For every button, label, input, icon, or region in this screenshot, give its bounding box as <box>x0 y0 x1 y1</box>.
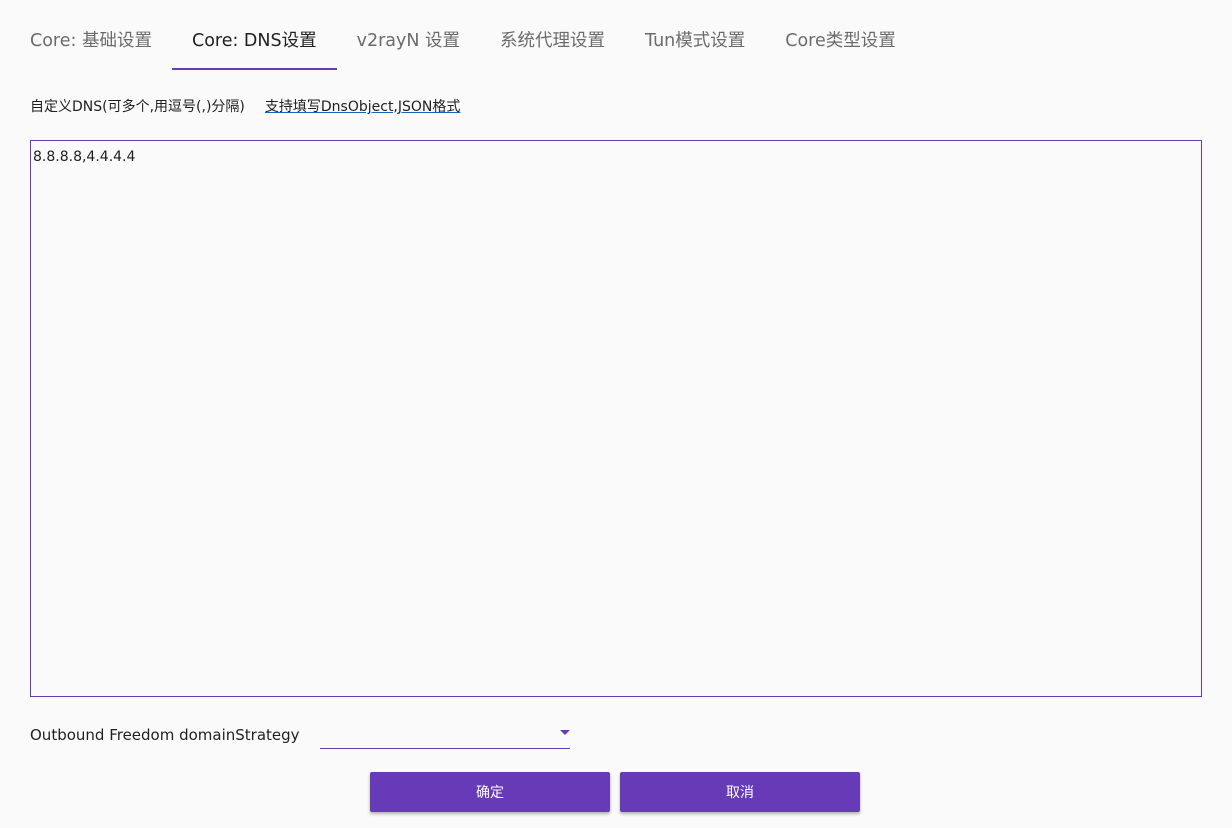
settings-tabs: Core: 基础设置 Core: DNS设置 v2rayN 设置 系统代理设置 … <box>10 20 916 70</box>
settings-window: Core: 基础设置 Core: DNS设置 v2rayN 设置 系统代理设置 … <box>0 0 1232 828</box>
domain-strategy-label: Outbound Freedom domainStrategy <box>30 726 300 744</box>
tab-tun-mode[interactable]: Tun模式设置 <box>625 20 765 70</box>
tab-core-basic[interactable]: Core: 基础设置 <box>10 20 172 70</box>
ok-button[interactable]: 确定 <box>370 772 610 812</box>
cancel-button[interactable]: 取消 <box>620 772 860 812</box>
custom-dns-label: 自定义DNS(可多个,用逗号(,)分隔) <box>30 99 245 115</box>
tab-core-type[interactable]: Core类型设置 <box>765 20 916 70</box>
domain-strategy-select[interactable] <box>319 721 570 749</box>
chevron-down-icon <box>559 730 570 735</box>
dns-label-row: 自定义DNS(可多个,用逗号(,)分隔) 支持填写DnsObject,JSON格… <box>30 96 460 116</box>
dns-object-help-link[interactable]: 支持填写DnsObject,JSON格式 <box>265 96 461 116</box>
domain-strategy-row: Outbound Freedom domainStrategy <box>30 720 570 750</box>
tab-core-dns[interactable]: Core: DNS设置 <box>171 20 337 70</box>
tab-v2rayn-settings[interactable]: v2rayN 设置 <box>337 20 480 70</box>
custom-dns-textarea[interactable]: 8.8.8.8,4.4.4.4 <box>30 140 1202 697</box>
tab-system-proxy[interactable]: 系统代理设置 <box>480 20 625 70</box>
